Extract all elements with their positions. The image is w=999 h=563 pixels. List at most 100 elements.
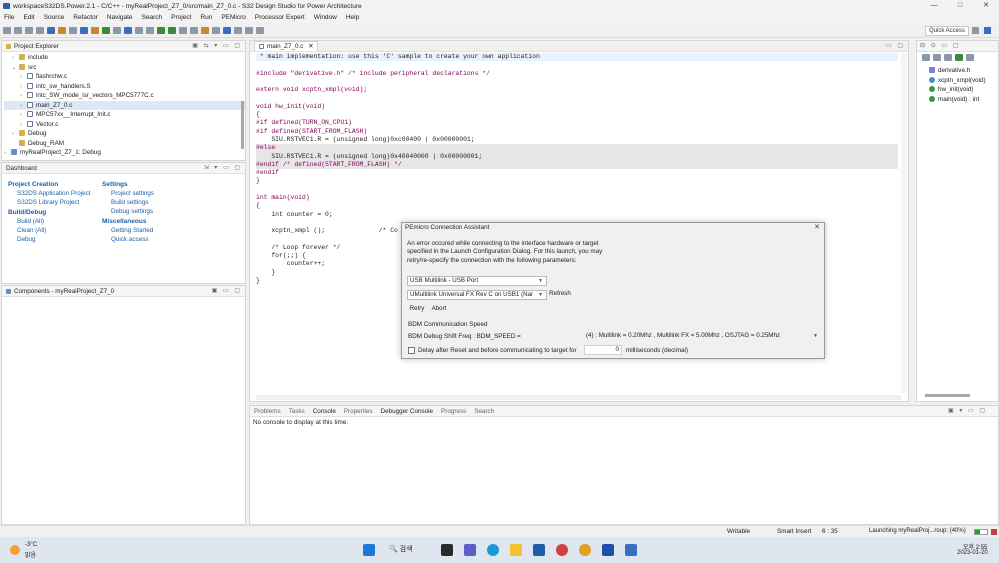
view-controls[interactable]: ⇲ ▾ ▭ ▢ <box>204 164 242 171</box>
weather-icon[interactable] <box>10 545 20 555</box>
file-explorer-icon[interactable] <box>510 544 522 556</box>
pin-icon[interactable] <box>256 27 264 34</box>
print-icon[interactable] <box>36 27 44 34</box>
outline-item[interactable]: main(void) : int <box>929 95 998 105</box>
tree-item[interactable]: ⌄ src <box>4 63 245 73</box>
tab-progress[interactable]: Progress <box>441 408 466 415</box>
editor-hscrollbar[interactable] <box>256 395 901 400</box>
new-project-icon[interactable] <box>80 27 88 34</box>
outline-hscrollbar[interactable] <box>925 394 970 397</box>
open-type-icon[interactable] <box>201 27 209 34</box>
hide-nonpublic-icon[interactable] <box>955 53 963 61</box>
port-type-select[interactable]: USB Multilink - USB Port ▼ <box>407 276 547 286</box>
link-editor-icon[interactable] <box>966 53 974 61</box>
menu-source[interactable]: Source <box>44 14 65 21</box>
task-view-icon[interactable] <box>441 544 453 556</box>
outline-item[interactable]: xcptn_xmpl(void) <box>929 76 998 86</box>
chrome-icon[interactable] <box>579 544 591 556</box>
view-controls[interactable]: ▭ ▢ <box>886 42 905 49</box>
bdm-freq-select[interactable]: (4) : Multilink = 0.20Mhz , Multilink FX… <box>584 332 821 342</box>
app-icon[interactable] <box>602 544 614 556</box>
hide-static-icon[interactable] <box>944 53 952 61</box>
taskbar-search[interactable]: 🔍 검색 <box>389 544 413 554</box>
tree-scrollbar[interactable] <box>241 101 244 149</box>
build-config-icon[interactable] <box>58 27 66 34</box>
close-button[interactable]: ✕ <box>973 0 999 12</box>
view-controls[interactable]: ▣ ⇆ ▾ ▭ ▢ <box>192 42 242 49</box>
menu-window[interactable]: Window <box>314 14 337 21</box>
import-icon[interactable] <box>91 27 99 34</box>
edge-icon[interactable] <box>487 544 499 556</box>
getting-started-link[interactable]: Getting Started <box>102 226 212 235</box>
debug-icon[interactable] <box>102 27 110 34</box>
menu-search[interactable]: Search <box>142 14 163 21</box>
outline-item[interactable]: hw_init(void) <box>929 85 998 95</box>
bug-icon[interactable] <box>157 27 165 34</box>
menu-file[interactable]: File <box>4 14 14 21</box>
tab-debugger-console[interactable]: Debugger Console <box>381 408 434 415</box>
tree-item[interactable]: › flashrchw.c <box>4 72 245 82</box>
editor-vscrollbar[interactable] <box>901 53 907 393</box>
mail-icon[interactable] <box>556 544 568 556</box>
save-all-icon[interactable] <box>25 27 33 34</box>
annotation-icon[interactable] <box>212 27 220 34</box>
menu-pemicro[interactable]: PEMicro <box>221 14 246 21</box>
menu-refactor[interactable]: Refactor <box>73 14 98 21</box>
tree-item[interactable]: › include <box>4 53 245 63</box>
menu-project[interactable]: Project <box>171 14 191 21</box>
quick-access-field[interactable]: Quick Access <box>924 26 969 36</box>
expand-arrow-icon[interactable]: › <box>4 149 11 159</box>
hide-fields-icon[interactable] <box>933 53 941 61</box>
build-icon[interactable] <box>47 27 55 34</box>
tab-problems[interactable]: Problems <box>254 408 281 415</box>
editor-tab[interactable]: main_Z7_0.c ✕ <box>254 41 319 51</box>
run-icon[interactable] <box>168 27 176 34</box>
back-icon[interactable] <box>234 27 242 34</box>
external-tools-icon[interactable] <box>179 27 187 34</box>
windows-start-icon[interactable] <box>363 544 375 556</box>
view-controls[interactable]: ⊟ ⊙ ▭ ▢ <box>920 42 960 49</box>
save-icon[interactable] <box>14 27 22 34</box>
search-icon[interactable] <box>190 27 198 34</box>
tree-item[interactable]: › intc_SW_mode_isr_vectors_MPC5777C.c <box>4 91 245 101</box>
stop-icon[interactable] <box>991 529 997 535</box>
build-settings-link[interactable]: Build settings <box>102 198 212 207</box>
tree-item[interactable]: › intc_sw_handlers.S <box>4 82 245 92</box>
retry-button[interactable]: Retry <box>407 305 427 315</box>
tree-item[interactable]: Debug_RAM <box>4 139 245 149</box>
tab-properties[interactable]: Properties <box>344 408 373 415</box>
view-controls[interactable]: ▣ ▭ ▢ <box>212 287 242 294</box>
delay-input[interactable]: 0 <box>584 345 622 355</box>
tree-item[interactable]: › Vector.c <box>4 120 245 130</box>
s32ds-library-project-link[interactable]: S32DS Library Project <box>8 198 108 207</box>
menu-processor-expert[interactable]: Processor Expert <box>255 14 305 21</box>
forward-icon[interactable] <box>245 27 253 34</box>
pemicro-icon[interactable] <box>124 27 132 34</box>
tab-tasks[interactable]: Tasks <box>289 408 305 415</box>
menu-edit[interactable]: Edit <box>23 14 34 21</box>
store-icon[interactable] <box>533 544 545 556</box>
menu-run[interactable]: Run <box>200 14 212 21</box>
clean-all-link[interactable]: Clean (All) <box>8 226 108 235</box>
clean-icon[interactable] <box>69 27 77 34</box>
tree-item[interactable]: › main_Z7_0.c <box>4 100 245 110</box>
chat-icon[interactable] <box>464 544 476 556</box>
close-tab-icon[interactable]: ✕ <box>308 43 313 50</box>
menu-navigate[interactable]: Navigate <box>107 14 133 21</box>
build-all-link[interactable]: Build (All) <box>8 217 108 226</box>
project-settings-link[interactable]: Project settings <box>102 189 212 198</box>
expand-arrow-icon[interactable]: ⌄ <box>12 64 19 74</box>
maximize-button[interactable]: □ <box>947 0 973 12</box>
sort-icon[interactable] <box>922 53 930 61</box>
minimize-button[interactable]: — <box>921 0 947 12</box>
abort-button[interactable]: Abort <box>428 305 450 315</box>
quick-access-link[interactable]: Quick access <box>102 235 212 244</box>
port-select[interactable]: UMultilink Universal FX Rev C on USB1 (N… <box>407 290 547 300</box>
tab-console[interactable]: Console <box>313 408 336 415</box>
tab-search[interactable]: Search <box>474 408 494 415</box>
outline-item[interactable]: derivative.h <box>929 66 998 76</box>
debug-link[interactable]: Debug <box>8 235 108 244</box>
dialog-close-button[interactable]: ✕ <box>814 223 820 233</box>
perspective-c-icon[interactable] <box>972 27 979 34</box>
skip-breakpoints-icon[interactable] <box>113 27 121 34</box>
